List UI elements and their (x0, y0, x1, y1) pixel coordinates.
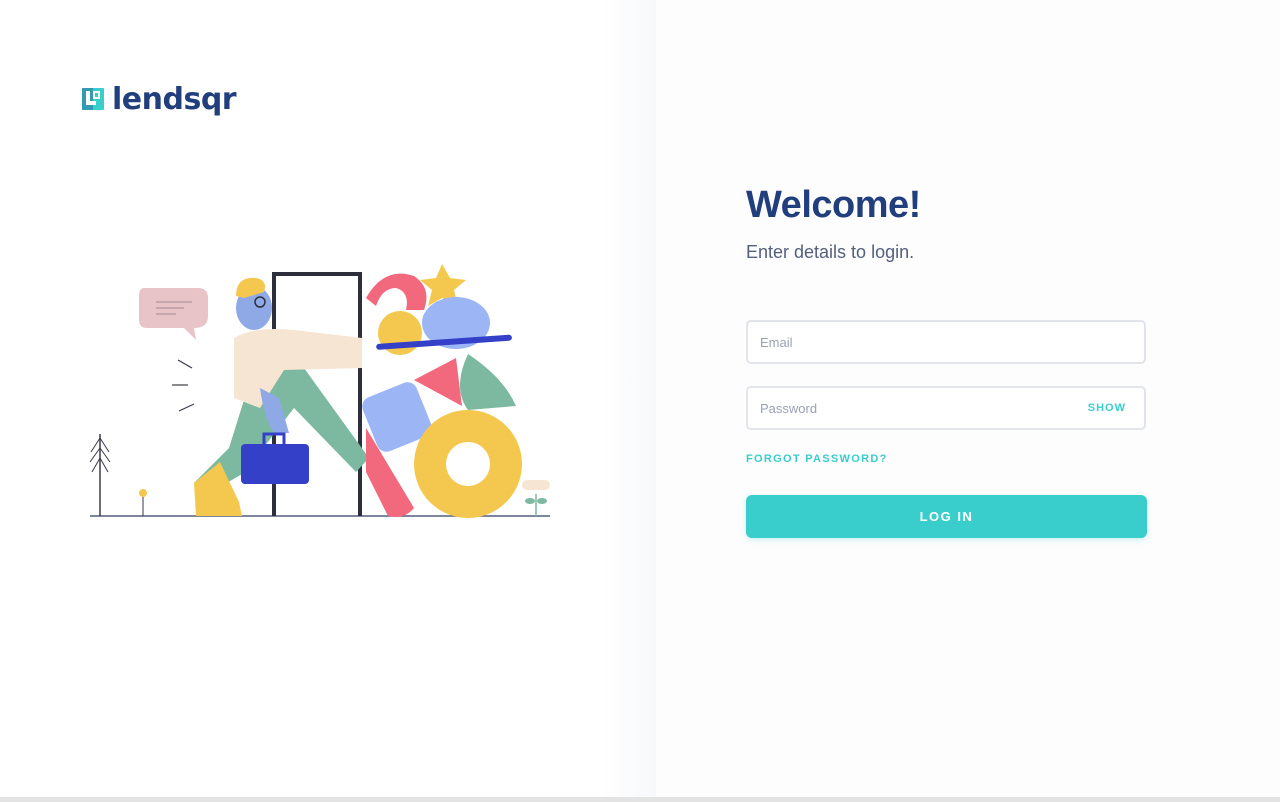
show-password-toggle[interactable]: SHOW (1088, 402, 1144, 414)
login-subtitle: Enter details to login. (746, 242, 915, 262)
password-field-container: SHOW (746, 386, 1146, 430)
panel-divider (600, 0, 660, 798)
left-panel: lendsqr (0, 0, 656, 798)
brand-name: lendsqr (112, 82, 237, 117)
bottom-bar (0, 797, 1280, 802)
email-field-container (746, 320, 1146, 364)
brand-logo: lendsqr (82, 82, 237, 118)
lendsqr-logo-mark-icon (82, 88, 104, 110)
email-input[interactable] (748, 322, 1144, 362)
welcome-title: Welcome! (746, 184, 921, 226)
login-button[interactable]: LOG IN (746, 495, 1147, 538)
forgot-password-link[interactable]: FORGOT PASSWORD? (746, 453, 888, 465)
password-input[interactable] (748, 388, 1088, 428)
login-illustration-icon (89, 264, 550, 518)
